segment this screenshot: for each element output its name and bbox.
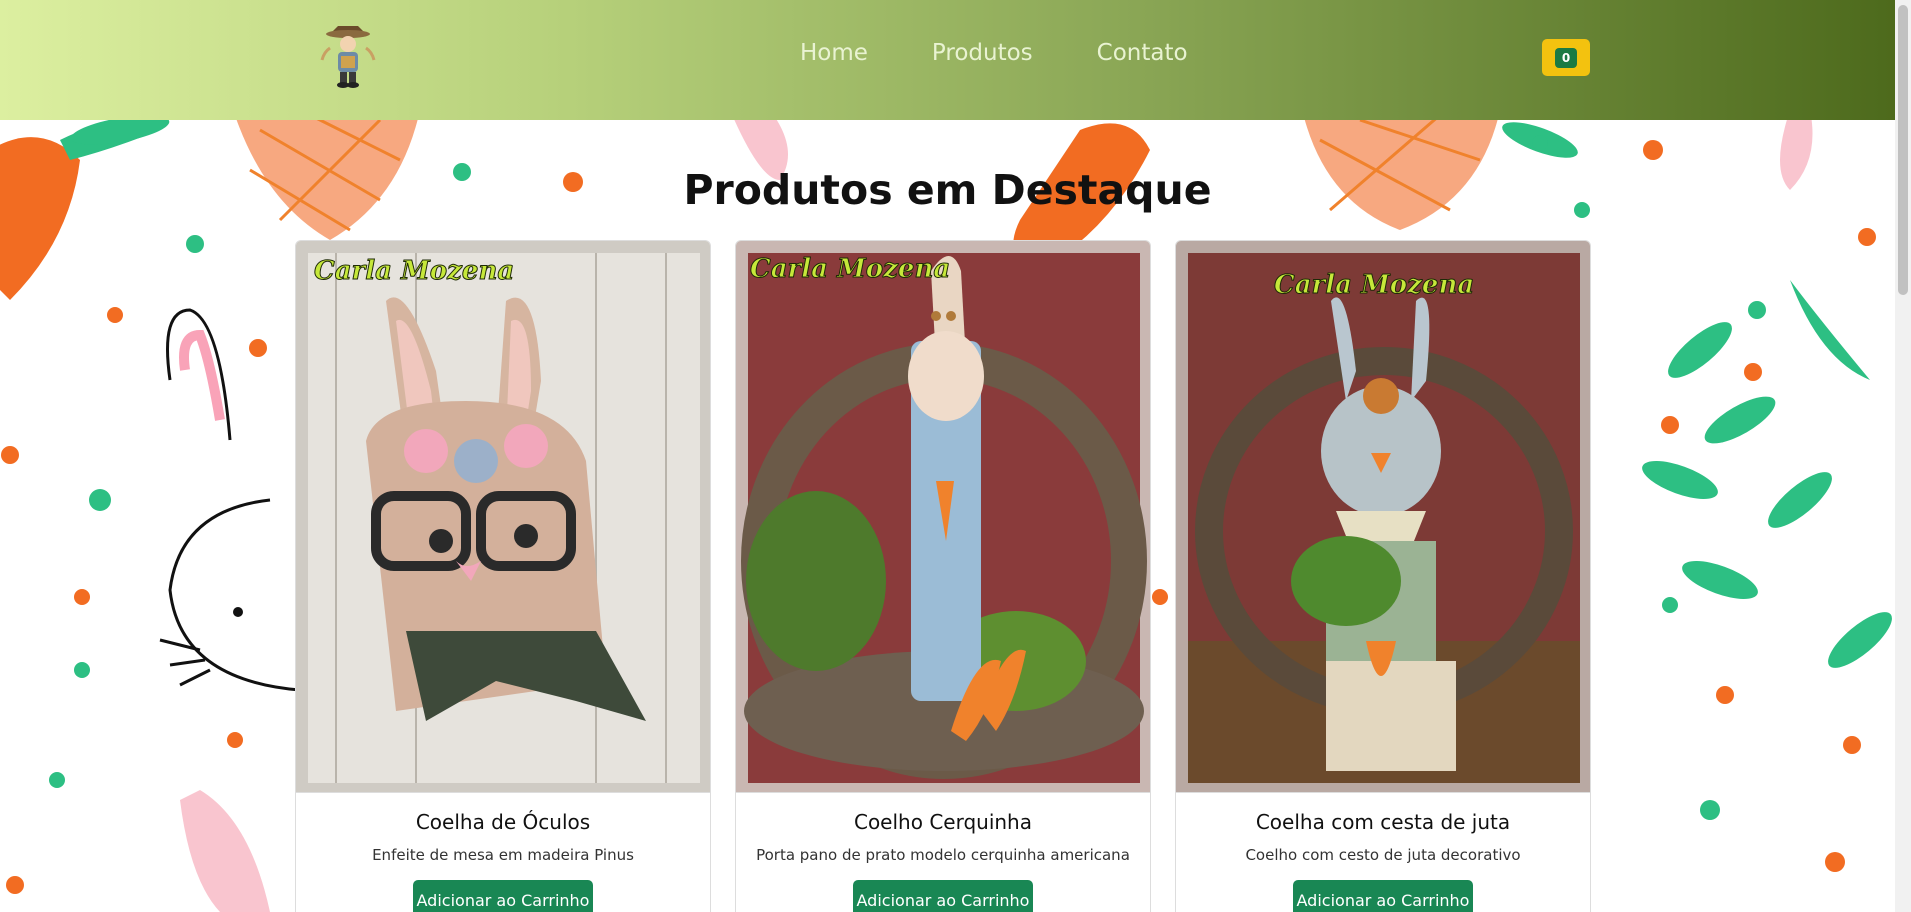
- product-description: Porta pano de prato modelo cerquinha ame…: [756, 846, 1130, 864]
- nav-link-produtos[interactable]: Produtos: [932, 40, 1033, 66]
- scrollbar-thumb[interactable]: [1898, 5, 1908, 295]
- product-title: Coelho Cerquinha: [853, 810, 1032, 834]
- product-image-coelho-cerquinha[interactable]: Carla Mozena: [736, 241, 1150, 793]
- add-to-cart-button[interactable]: Adicionar ao Carrinho: [413, 880, 593, 912]
- scarecrow-doll-logo-icon[interactable]: [318, 22, 378, 90]
- product-image-coelha-com-cesta-de-juta[interactable]: Carla Mozena: [1176, 241, 1590, 793]
- cart-button[interactable]: 0: [1542, 39, 1590, 76]
- product-card: Carla Mozena Coelha de Óculos Enfeite de…: [295, 240, 711, 912]
- page-scrollbar[interactable]: [1895, 0, 1911, 912]
- nav-link-home[interactable]: Home: [800, 40, 868, 66]
- section-title: Produtos em Destaque: [683, 166, 1212, 214]
- navbar: Home Produtos Contato 0: [0, 0, 1895, 120]
- cart-count-badge: 0: [1554, 47, 1578, 68]
- product-image-coelha-de-oculos[interactable]: Carla Mozena: [296, 241, 710, 793]
- product-description: Coelho com cesto de juta decorativo: [1245, 846, 1521, 864]
- watermark-text: Carla Mozena: [750, 254, 950, 284]
- nav-link-contato[interactable]: Contato: [1097, 40, 1188, 66]
- product-title: Coelha de Óculos: [415, 810, 591, 834]
- bunny-outline-illustration: [159, 308, 301, 692]
- add-to-cart-button[interactable]: Adicionar ao Carrinho: [853, 880, 1033, 912]
- add-to-cart-button[interactable]: Adicionar ao Carrinho: [1293, 880, 1473, 912]
- watermark-text: Carla Mozena: [1274, 270, 1474, 300]
- product-description: Enfeite de mesa em madeira Pinus: [372, 846, 634, 864]
- product-title: Coelha com cesta de juta: [1255, 810, 1511, 834]
- product-card: Carla Mozena Coelho Cerquinha Porta pano…: [735, 240, 1151, 912]
- leaf-branch-illustration: [1642, 280, 1892, 668]
- watermark-text: Carla Mozena: [314, 256, 514, 286]
- nav-menu: Home Produtos Contato: [800, 40, 1188, 66]
- product-card: Carla Mozena Coelha com cesta de juta Co…: [1175, 240, 1591, 912]
